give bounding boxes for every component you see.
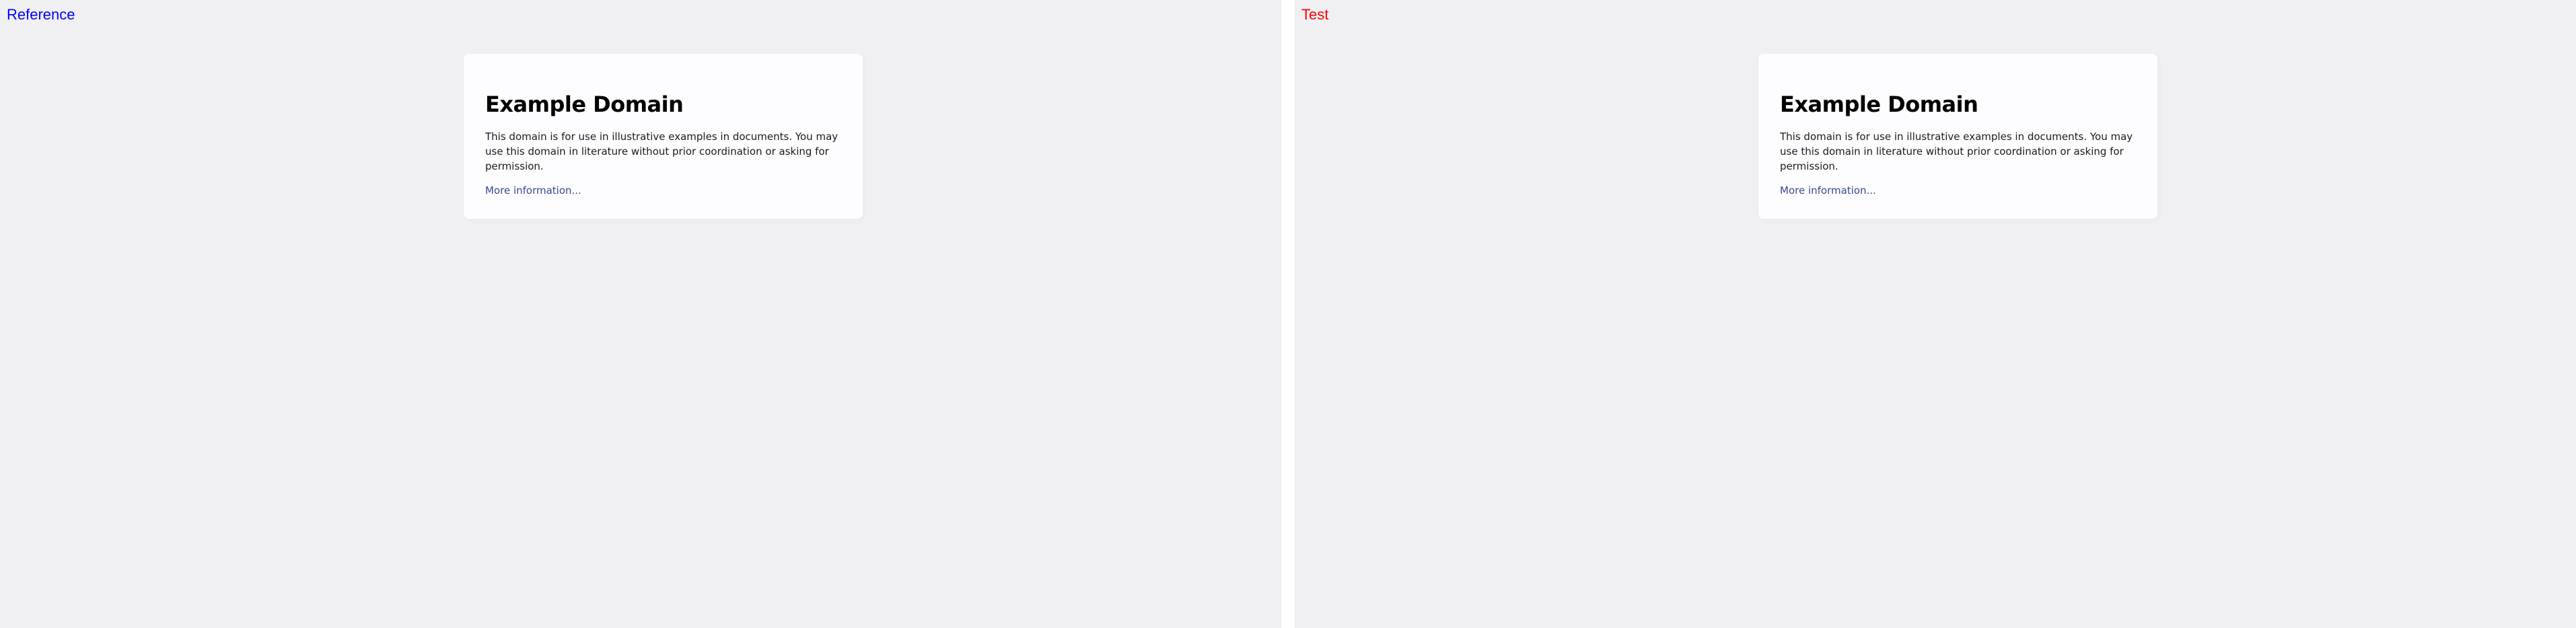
reference-label: Reference bbox=[7, 6, 75, 23]
reference-pane: Reference Example Domain This domain is … bbox=[0, 0, 1281, 628]
reference-card-title: Example Domain bbox=[485, 92, 684, 117]
reference-more-info-link[interactable]: More information... bbox=[485, 184, 581, 197]
test-more-info-link[interactable]: More information... bbox=[1780, 184, 1876, 197]
test-card: Example Domain This domain is for use in… bbox=[1758, 54, 2157, 219]
reference-card: Example Domain This domain is for use in… bbox=[464, 54, 863, 219]
comparison-view: Reference Example Domain This domain is … bbox=[0, 0, 2576, 628]
test-card-title: Example Domain bbox=[1780, 92, 1978, 117]
test-label: Test bbox=[1301, 6, 1329, 23]
reference-card-body: This domain is for use in illustrative e… bbox=[485, 131, 838, 172]
test-pane: Test Example Domain This domain is for u… bbox=[1295, 0, 2576, 628]
pane-divider bbox=[1281, 0, 1295, 628]
test-card-body: This domain is for use in illustrative e… bbox=[1780, 131, 2133, 172]
